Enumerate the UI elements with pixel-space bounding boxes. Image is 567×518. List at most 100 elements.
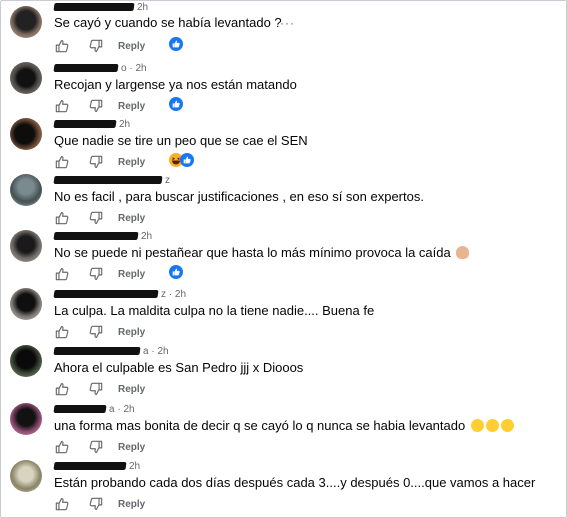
redacted-author-name [53,347,141,356]
avatar[interactable] [10,460,42,492]
reaction-summary[interactable] [169,36,184,56]
comment-text-content: una forma mas bonita de decir q se cayó … [54,418,466,433]
reply-button[interactable]: Reply [118,101,145,112]
like-reaction-icon [169,96,184,116]
thumbs-up-icon[interactable] [54,324,70,340]
comment-actions: Reply [54,210,169,226]
redacted-author-name [53,232,139,241]
author-name-tail[interactable]: z [165,175,170,186]
more-options-button[interactable]: ··· [280,16,295,30]
like-reaction-icon [169,264,184,284]
thumbs-down-icon[interactable] [88,98,104,114]
thumbs-down-icon[interactable] [88,266,104,282]
comment-time[interactable]: 2h [123,404,134,415]
like-reaction-icon [169,36,184,56]
avatar[interactable] [10,62,42,94]
comment-header: 2h [53,2,148,14]
thumbs-up-icon[interactable] [54,98,70,114]
redacted-author-name [53,176,163,185]
redacted-author-name [53,462,127,471]
comment-text: Están probando cada dos días después cad… [54,475,536,490]
comment-actions: Reply [54,439,169,455]
thumbs-down-icon[interactable] [88,154,104,170]
comment-actions: Reply [54,264,184,284]
comment-time[interactable]: 2h [157,346,168,357]
comment-time[interactable]: 2h [135,63,146,74]
comment-actions: Reply [54,36,184,56]
avatar[interactable] [10,174,42,206]
author-name-tail[interactable]: a [109,404,115,415]
thumbs-down-icon[interactable] [88,38,104,54]
thumbs-up-icon[interactable] [54,439,70,455]
author-name-tail[interactable]: a [143,346,149,357]
avatar[interactable] [10,288,42,320]
avatar[interactable] [10,6,42,38]
reaction-summary[interactable] [169,152,195,172]
comment-actions: Reply [54,496,169,512]
author-name-tail[interactable]: z [161,289,166,300]
comment-header: a · 2h [53,346,169,358]
thumbs-down-icon[interactable] [88,381,104,397]
comment-actions: Reply [54,152,195,172]
comment-item: 2h No se puede ni pestañear que hasta lo… [0,230,560,288]
thumbs-up-icon[interactable] [54,210,70,226]
thumbs-down-icon[interactable] [88,324,104,340]
comment-header: 2h [53,461,140,473]
comment-item: z · 2h La culpa. La maldita culpa no la … [0,288,560,346]
comment-header: z [53,175,170,187]
comment-item: 2h Se cayó y cuando se había levantado ?… [0,2,560,64]
reply-button[interactable]: Reply [118,269,145,280]
redacted-author-name [53,405,107,414]
reply-button[interactable]: Reply [118,442,145,453]
comment-header: 2h [53,231,152,243]
woman-gesture-emoji-icon [456,246,470,259]
comment-item: a · 2h Ahora el culpable es San Pedro jj… [0,345,560,403]
comment-text: No es facil , para buscar justificacione… [54,189,424,204]
avatar[interactable] [10,403,42,435]
comment-time[interactable]: 2h [137,2,148,13]
comment-text: Que nadie se tire un peo que se cae el S… [54,133,308,148]
thumbs-down-icon[interactable] [88,210,104,226]
comment-header: o · 2h [53,63,147,75]
comment-time[interactable]: 2h [141,231,152,242]
avatar[interactable] [10,230,42,262]
rofl-emoji-icon [485,419,499,432]
redacted-author-name [53,3,135,12]
reply-button[interactable]: Reply [118,499,145,510]
comment-item: z No es facil , para buscar justificacio… [0,174,560,232]
redacted-author-name [53,120,117,129]
reaction-summary[interactable] [169,96,184,116]
comment-actions: Reply [54,324,169,340]
like-reaction-icon [180,152,195,172]
comment-text-content: No se puede ni pestañear que hasta lo má… [54,245,451,260]
thumbs-down-icon[interactable] [88,439,104,455]
reply-button[interactable]: Reply [118,384,145,395]
comment-header: 2h [53,119,130,131]
reaction-summary[interactable] [169,264,184,284]
rofl-emoji-icon [470,419,484,432]
thumbs-up-icon[interactable] [54,266,70,282]
comment-header: a · 2h [53,404,135,416]
thumbs-down-icon[interactable] [88,496,104,512]
thumbs-up-icon[interactable] [54,154,70,170]
thumbs-up-icon[interactable] [54,381,70,397]
reply-button[interactable]: Reply [118,157,145,168]
reply-button[interactable]: Reply [118,327,145,338]
reply-button[interactable]: Reply [118,213,145,224]
thumbs-up-icon[interactable] [54,38,70,54]
comment-item: o · 2h Recojan y largense ya nos están m… [0,62,560,120]
author-name-tail[interactable]: o [121,63,127,74]
comment-text: Recojan y largense ya nos están matando [54,77,297,92]
reply-button[interactable]: Reply [118,41,145,52]
avatar[interactable] [10,118,42,150]
thumbs-up-icon[interactable] [54,496,70,512]
avatar[interactable] [10,345,42,377]
comment-text: Ahora el culpable es San Pedro jjj x Dio… [54,360,304,375]
comment-time[interactable]: 2h [175,289,186,300]
comment-text: Se cayó y cuando se había levantado ? [54,15,282,30]
comment-time[interactable]: 2h [129,461,140,472]
comment-text: La culpa. La maldita culpa no la tiene n… [54,303,375,318]
comment-item: 2h Que nadie se tire un peo que se cae e… [0,118,560,176]
comment-time[interactable]: 2h [119,119,130,130]
redacted-author-name [53,64,119,73]
